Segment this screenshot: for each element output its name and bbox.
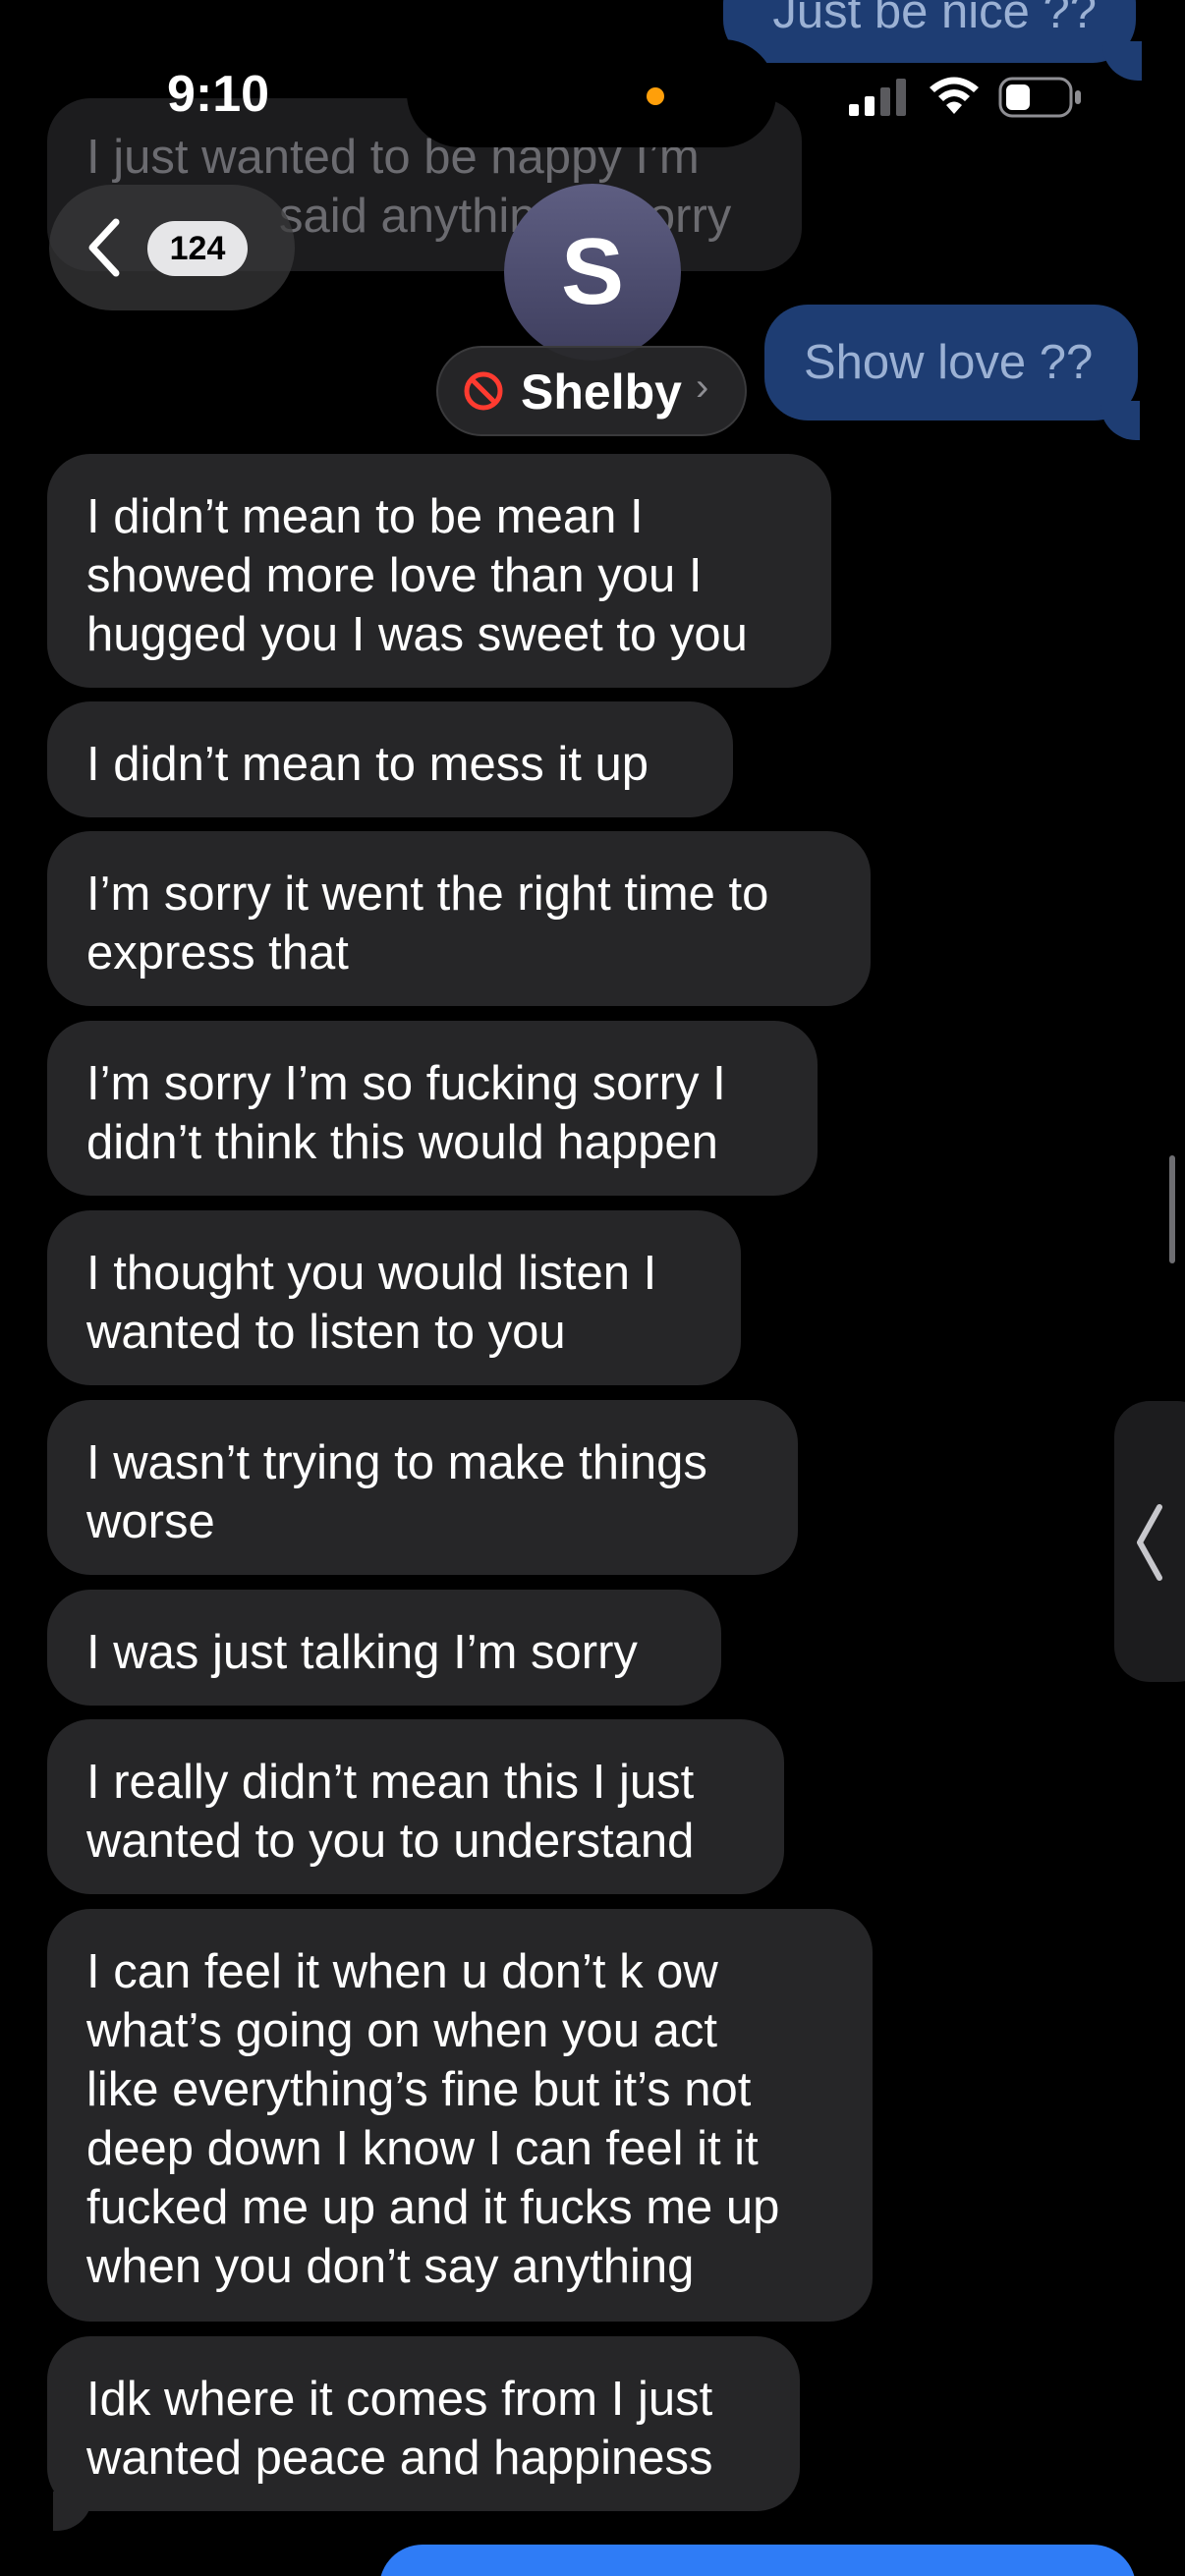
status-time: 9:10 — [167, 66, 270, 123]
incoming-message[interactable]: I wasn’t trying to make things worse — [47, 1400, 798, 1575]
privacy-indicator-dot — [647, 87, 664, 105]
chevron-left-icon — [88, 218, 120, 277]
blocked-icon — [464, 371, 503, 411]
scrollbar[interactable] — [1169, 1155, 1175, 1263]
incoming-message[interactable]: I really didn’t mean this I just wanted … — [47, 1719, 784, 1894]
chevron-left-icon — [1137, 1504, 1162, 1581]
incoming-message[interactable]: I didn’t mean to mess it up — [47, 701, 733, 817]
chat-screen: Just be nice ?? I just wanted to be happ… — [0, 0, 1185, 2576]
contact-name: Shelby — [521, 364, 682, 420]
incoming-message[interactable]: I was just talking I’m sorry — [47, 1590, 721, 1706]
bubble-tail — [1102, 41, 1142, 81]
battery-icon — [998, 77, 1081, 118]
chevron-right-icon: › — [696, 365, 709, 409]
incoming-message[interactable]: I didn’t mean to be mean I showed more l… — [47, 454, 831, 688]
outgoing-message[interactable]: Show love ?? — [764, 305, 1138, 420]
bubble-tail — [1100, 401, 1140, 440]
outgoing-message[interactable]: Just be nice ?? — [723, 0, 1136, 63]
incoming-message[interactable]: Idk where it comes from I just wanted pe… — [47, 2336, 800, 2511]
dynamic-island — [407, 39, 776, 147]
unread-count-badge: 124 — [147, 221, 248, 276]
bubble-tail — [53, 2492, 92, 2531]
incoming-message[interactable]: I’m sorry it went the right time to expr… — [47, 831, 871, 1006]
outgoing-message[interactable] — [379, 2545, 1136, 2576]
cellular-signal-icon — [849, 79, 906, 116]
incoming-message[interactable]: I can feel it when u don’t k ow what’s g… — [47, 1909, 873, 2322]
wifi-icon — [930, 77, 979, 114]
incoming-message[interactable]: I’m sorry I’m so fucking sorry I didn’t … — [47, 1021, 818, 1196]
incoming-message[interactable]: I thought you would listen I wanted to l… — [47, 1210, 741, 1385]
contact-avatar[interactable]: S — [504, 184, 681, 361]
